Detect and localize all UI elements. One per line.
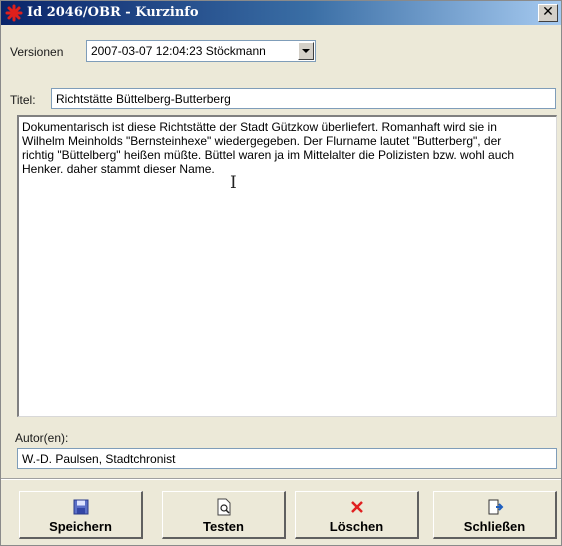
window-title: Id 2046/OBR - Kurzinfo	[27, 5, 199, 20]
author-label: Autor(en):	[15, 431, 69, 445]
delete-button-label: Löschen	[329, 519, 384, 534]
close-window-button[interactable]: ✕	[538, 4, 558, 22]
description-textarea[interactable]: Dokumentarisch ist diese Richtstätte der…	[17, 115, 557, 417]
version-selected-value: 2007-03-07 12:04:23 Stöckmann	[91, 44, 266, 58]
save-button[interactable]: Speichern	[19, 491, 143, 539]
description-line: Wilhelm Meinholds "Bernsteinhexe" wieder…	[22, 134, 502, 148]
test-button[interactable]: Testen	[162, 491, 286, 539]
red-star-icon	[5, 4, 23, 22]
chevron-down-icon[interactable]	[298, 42, 314, 60]
test-button-label: Testen	[203, 519, 244, 534]
description-line: Dokumentarisch ist diese Richtstätte der…	[22, 120, 497, 134]
description-line: Henker. daher stammt dieser Name.	[22, 162, 215, 176]
red-x-icon	[351, 501, 363, 513]
title-bar[interactable]: Id 2046/OBR - Kurzinfo ✕	[1, 1, 561, 25]
close-icon: ✕	[542, 4, 554, 20]
title-field[interactable]: Richtstätte Büttelberg-Butterberg	[51, 88, 556, 109]
version-select[interactable]: 2007-03-07 12:04:23 Stöckmann	[86, 40, 316, 62]
author-field-value: W.-D. Paulsen, Stadtchronist	[22, 452, 176, 466]
floppy-disk-icon	[73, 499, 89, 515]
delete-button[interactable]: Löschen	[295, 491, 419, 539]
title-label: Titel:	[10, 93, 36, 107]
document-magnifier-icon	[217, 498, 231, 516]
save-button-label: Speichern	[49, 519, 112, 534]
divider	[1, 478, 561, 480]
author-field[interactable]: W.-D. Paulsen, Stadtchronist	[17, 448, 557, 469]
dialog-window: Id 2046/OBR - Kurzinfo ✕ Versionen 2007-…	[0, 0, 562, 546]
close-button[interactable]: Schließen	[433, 491, 557, 539]
description-text: Dokumentarisch ist diese Richtstätte der…	[22, 120, 547, 176]
title-field-value: Richtstätte Büttelberg-Butterberg	[56, 92, 231, 106]
text-cursor-icon: I	[230, 173, 237, 193]
version-label: Versionen	[10, 45, 64, 59]
description-line: richtig "Büttelberg" heißen müßte. Bütte…	[22, 148, 515, 162]
exit-door-icon	[488, 499, 504, 515]
close-button-label: Schließen	[463, 519, 526, 534]
